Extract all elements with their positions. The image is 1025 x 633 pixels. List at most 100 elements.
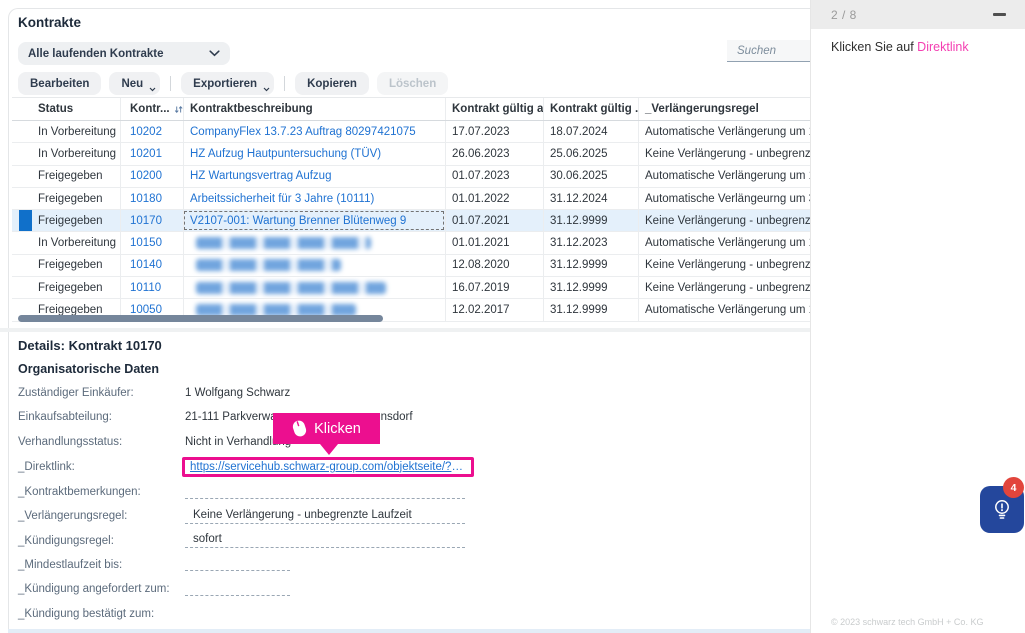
table-row[interactable]: Freigegeben10200HZ Wartungsvertrag Aufzu… [12, 166, 810, 188]
status-cell: In Vorbereitung [38, 143, 120, 164]
valid-to-cell-text: 31.12.9999 [550, 304, 608, 316]
mouse-icon [290, 417, 310, 440]
description-link[interactable]: HZ Wartungsvertrag Aufzug [190, 170, 331, 182]
horizontal-scrollbar[interactable] [18, 315, 383, 322]
status-cell-text: Freigegeben [38, 193, 103, 205]
description-cell: HZ Aufzug Hautpuntersuchung (TÜV) [183, 143, 445, 164]
guide-instruction-target: Direktlink [917, 40, 968, 54]
valid-to-cell-text: 25.06.2025 [550, 148, 608, 160]
column-header-6[interactable]: _Verlängerungsregel [638, 98, 810, 120]
contract-id-cell-text[interactable]: 10180 [130, 193, 162, 205]
renewal-rule-cell-text: Keine Verlängerung - unbegrenzt [645, 148, 810, 160]
table-row[interactable]: In Vorbereitung10202CompanyFlex 13.7.23 … [12, 121, 810, 143]
toolbar-button-3[interactable]: Kopieren [295, 72, 369, 95]
toolbar-button-0[interactable]: Bearbeiten [18, 72, 101, 95]
detail-field: _Mindestlaufzeit bis: [18, 553, 658, 577]
contract-id-cell-text[interactable]: 10200 [130, 170, 162, 182]
valid-from-cell-text: 26.06.2023 [452, 148, 510, 160]
contract-filter-dropdown[interactable]: Alle laufenden Kontrakte [18, 42, 230, 65]
column-header-5[interactable]: Kontrakt gültig ... [543, 98, 638, 120]
description-cell: V2107-001: Wartung Brenner Blütenweg 9 [183, 210, 445, 231]
contract-id-cell-text[interactable]: 10110 [130, 282, 161, 294]
column-header-2[interactable]: Kontr... [120, 98, 183, 120]
table-row[interactable]: In Vorbereitung 10150 01.01.202131.12.2023… [12, 232, 810, 254]
description-link[interactable]: V2107-001: Wartung Brenner Blütenweg 9 [190, 215, 406, 227]
detail-field-label: _Mindestlaufzeit bis: [18, 559, 185, 571]
detail-field-label: Zuständiger Einkäufer: [18, 387, 185, 399]
empty-field-dash [185, 583, 290, 596]
valid-to-cell-text: 31.12.9999 [550, 215, 608, 227]
detail-field-link-prefix[interactable]: 21-111 Parkverwa [185, 411, 277, 423]
detail-field-label: _Kontraktbemerkungen: [18, 486, 185, 498]
toolbar-separator [170, 76, 171, 91]
description-link[interactable]: Arbeitssicherheit für 3 Jahre (10111) [190, 193, 374, 205]
column-header-1[interactable]: Status [38, 98, 120, 120]
table-row[interactable]: Freigegeben1014012.08.202031.12.9999Kein… [12, 255, 810, 277]
copyright-text: © 2023 schwarz tech GmbH + Co. KG [831, 617, 983, 627]
menu-arrow-icon [263, 87, 270, 92]
column-header-3[interactable]: Kontraktbeschreibung [183, 98, 445, 120]
valid-from-cell-text: 01.01.2022 [452, 193, 510, 205]
detail-field-label: Verhandlungsstatus: [18, 436, 185, 448]
status-cell-text: Freigegeben [38, 215, 103, 227]
redacted-description [196, 237, 371, 249]
detail-field: _Direktlink:https://servicehub.schwarz-g… [18, 454, 658, 480]
column-header-label: Kontrakt gültig ... [550, 103, 638, 115]
table-row[interactable]: In Vorbereitung 10201 HZ Aufzug Hautpunter… [12, 143, 810, 165]
table-row[interactable]: Freigegeben1011016.07.201931.12.9999Kein… [12, 277, 810, 299]
guide-header: 2 / 8 [811, 0, 1025, 29]
renewal-rule-cell: Keine Verlängerung - unbegrenzt [638, 255, 810, 276]
valid-to-cell-text: 31.12.9999 [550, 259, 608, 271]
valid-from-cell-text: 01.07.2023 [452, 170, 510, 182]
renewal-rule-cell: Keine Verlängerung - unbegrenzt [638, 143, 810, 164]
detail-field-label: Einkaufsabteilung: [18, 411, 185, 423]
description-link[interactable]: HZ Aufzug Hautpuntersuchung (TÜV) [190, 148, 381, 160]
valid-to-cell-text: 18.07.2024 [550, 126, 608, 138]
toolbar-button-1[interactable]: Neu [109, 72, 160, 95]
valid-to-cell: 31.12.2023 [543, 232, 638, 253]
guide-step-counter: 2 / 8 [831, 8, 857, 22]
renewal-rule-cell-text: Keine Verlängerung - unbegrenzt [645, 215, 810, 227]
valid-from-cell: 01.07.2021 [445, 210, 543, 231]
description-link[interactable]: CompanyFlex 13.7.23 Auftrag 80297421075 [190, 126, 416, 138]
valid-to-cell: 31.12.9999 [543, 255, 638, 276]
column-header-label: Kontrakt gültig ab [452, 103, 543, 115]
contract-id-cell-text[interactable]: 10202 [130, 126, 162, 138]
toolbar-separator [284, 76, 285, 91]
detail-field-link-suffix[interactable]: nsdorf [381, 411, 413, 423]
status-cell-text: Freigegeben [38, 282, 103, 294]
details-heading: Details: Kontrakt 10170 [18, 338, 658, 353]
toolbar: BearbeitenNeuExportierenKopierenLöschen [18, 72, 448, 95]
contract-id-cell-text[interactable]: 10201 [130, 148, 162, 160]
contract-id-cell-text[interactable]: 10140 [130, 259, 162, 271]
valid-from-cell-text: 12.08.2020 [452, 259, 510, 271]
contract-id-cell: 10180 [120, 188, 183, 209]
direktlink-url[interactable]: https://servicehub.schwarz-group.com/obj… [190, 461, 466, 473]
description-cell: CompanyFlex 13.7.23 Auftrag 80297421075 [183, 121, 445, 142]
valid-to-cell-text: 30.06.2025 [550, 170, 608, 182]
valid-to-cell: 31.12.9999 [543, 299, 638, 320]
column-header-4[interactable]: Kontrakt gültig ab [445, 98, 543, 120]
empty-field-dash [185, 558, 290, 571]
detail-field-label: _Kündigungsregel: [18, 535, 185, 547]
valid-from-cell-text: 17.07.2023 [452, 126, 510, 138]
toolbar-button-2[interactable]: Exportieren [181, 72, 274, 95]
detail-field: Zuständiger Einkäufer:1 Wolfgang Schwarz [18, 381, 658, 405]
detail-field: _Kündigung angefordert zum: [18, 577, 658, 601]
guide-instruction: Klicken Sie auf Direktlink [811, 29, 1025, 65]
table-row[interactable]: Freigegeben 10180 Arbeitssicherheit für 3 … [12, 188, 810, 210]
detail-field: _Kontraktbemerkungen: [18, 480, 658, 504]
status-cell-text: In Vorbereitung [38, 148, 116, 160]
detail-field-link[interactable]: 1 Wolfgang Schwarz [185, 387, 290, 399]
renewal-rule-cell: Automatische Verlängerung um 1 [638, 299, 810, 320]
contract-id-cell-text[interactable]: 10170 [130, 215, 162, 227]
table-row[interactable]: Freigegeben 10170 V2107-001: Wartung Brenn… [12, 210, 810, 232]
contracts-table: StatusKontr...Kontraktbeschreibung Kontra… [12, 97, 810, 322]
renewal-rule-cell-text: Automatische Verlängeurng um 3 [645, 193, 810, 205]
minimize-icon[interactable] [993, 13, 1006, 16]
contract-id-cell-text[interactable]: 10150 [130, 237, 162, 249]
renewal-rule-cell: Keine Verlängerung - unbegrenzt [638, 277, 810, 298]
selection-cell [12, 210, 38, 231]
status-cell-text: In Vorbereitung [38, 237, 116, 249]
valid-from-cell: 01.01.2021 [445, 232, 543, 253]
